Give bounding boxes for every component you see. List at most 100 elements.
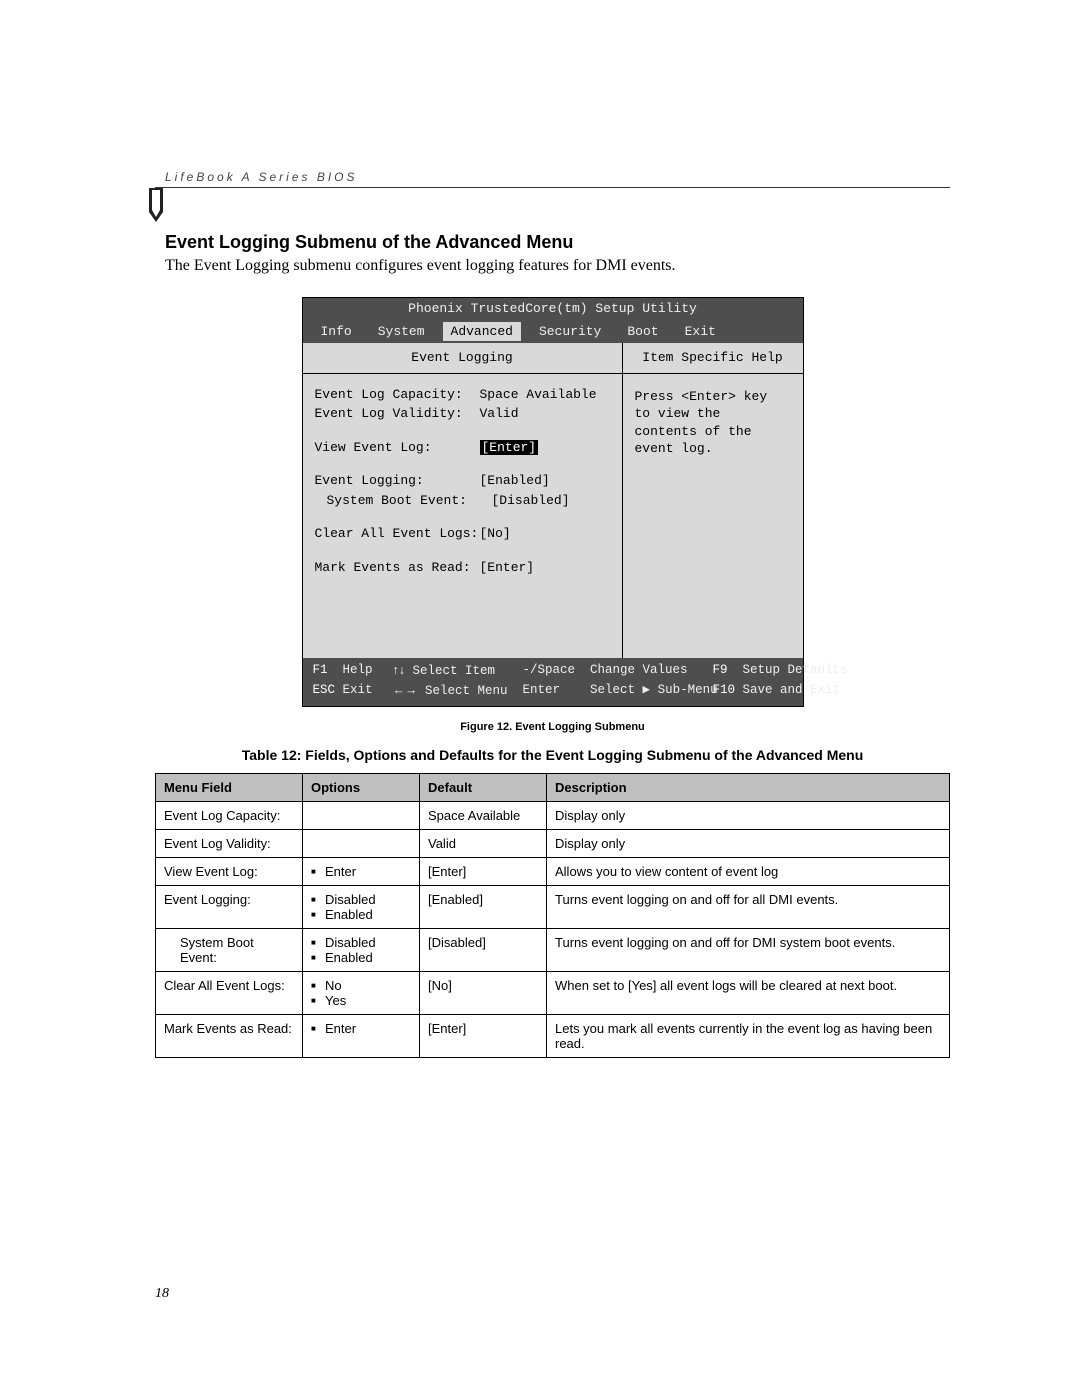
bios-setting-value: [Enter] xyxy=(480,559,535,577)
cell-default: Valid xyxy=(420,830,547,858)
bios-setting-label: System Boot Event: xyxy=(315,492,492,510)
cell-default: [No] xyxy=(420,972,547,1015)
footer-esc: Exit xyxy=(343,683,373,697)
bios-setting-label: Event Log Validity: xyxy=(315,405,480,423)
bios-setting-value: Valid xyxy=(480,405,519,423)
page-number: 18 xyxy=(155,1286,169,1302)
cell-menu-field: Event Logging: xyxy=(156,886,303,929)
cell-description: Lets you mark all events currently in th… xyxy=(547,1015,950,1058)
cell-default: Space Available xyxy=(420,802,547,830)
table-header-cell: Options xyxy=(303,774,420,802)
bios-tab-boot: Boot xyxy=(619,322,666,342)
cell-options xyxy=(303,802,420,830)
table-row: Event Logging:DisabledEnabled[Enabled]Tu… xyxy=(156,886,950,929)
bios-setting-row: Event Log Validity:Valid xyxy=(315,405,612,423)
bios-setting-label: Event Logging: xyxy=(315,472,480,490)
bios-tab-advanced: Advanced xyxy=(443,322,521,342)
footer-select-menu: Select Menu xyxy=(425,684,508,698)
cell-description: Display only xyxy=(547,830,950,858)
cell-menu-field: View Event Log: xyxy=(156,858,303,886)
header-rule xyxy=(155,187,950,188)
cell-default: [Enter] xyxy=(420,1015,547,1058)
spec-table: Menu FieldOptionsDefaultDescription Even… xyxy=(155,773,950,1058)
table-row: Event Log Capacity: Space AvailableDispla… xyxy=(156,802,950,830)
option-item: Disabled xyxy=(311,892,411,907)
cell-menu-field: System Boot Event: xyxy=(156,929,303,972)
footer-f10: Save and Exit xyxy=(743,683,841,697)
cell-menu-field: Event Log Capacity: xyxy=(156,802,303,830)
bios-setting-row: Event Logging:[Enabled] xyxy=(315,472,612,490)
bios-setting-value: [Disabled] xyxy=(492,492,570,510)
footer-select-item: Select Item xyxy=(413,664,496,678)
table-row: Mark Events as Read: Enter [Enter]Lets you… xyxy=(156,1015,950,1058)
bios-setting-row: Clear All Event Logs:[No] xyxy=(315,525,612,543)
bios-help-text: Press <Enter> key to view the contents o… xyxy=(623,374,803,472)
cell-description: When set to [Yes] all event logs will be… xyxy=(547,972,950,1015)
option-item: Disabled xyxy=(311,935,411,950)
footer-enter: Enter xyxy=(523,683,561,697)
bios-settings-list: Event Log Capacity:Space AvailableEvent … xyxy=(303,374,622,659)
bios-setting-value: [No] xyxy=(480,525,511,543)
table-row: System Boot Event:DisabledEnabled[Disabl… xyxy=(156,929,950,972)
cell-default: [Enabled] xyxy=(420,886,547,929)
section-intro: The Event Logging submenu configures eve… xyxy=(165,257,950,275)
table-row: View Event Log: Enter [Enter]Allows you to… xyxy=(156,858,950,886)
option-item: Enter xyxy=(311,1021,411,1036)
table-header-cell: Menu Field xyxy=(156,774,303,802)
cell-default: [Enter] xyxy=(420,858,547,886)
cell-description: Display only xyxy=(547,802,950,830)
bios-setting-value: Space Available xyxy=(480,386,597,404)
bios-tab-system: System xyxy=(370,322,433,342)
bios-setting-label: View Event Log: xyxy=(315,439,480,457)
bios-setting-value: [Enter] xyxy=(480,439,539,457)
cell-default: [Disabled] xyxy=(420,929,547,972)
table-header-cell: Description xyxy=(547,774,950,802)
footer-change-values: Change Values xyxy=(590,663,688,677)
bios-footer: F1 Help ↑↓ Select Item -/Space Change Va… xyxy=(303,658,803,706)
bios-screenshot: Phoenix TrustedCore(tm) Setup Utility In… xyxy=(302,297,804,707)
footer-help: Help xyxy=(343,663,373,677)
footer-f9: Setup Defaults xyxy=(743,663,848,677)
cell-options xyxy=(303,830,420,858)
bios-tab-info: Info xyxy=(313,322,360,342)
footer-minus-space: -/Space xyxy=(523,663,576,677)
cell-options: NoYes xyxy=(303,972,420,1015)
table-row: Clear All Event Logs:NoYes[No]When set t… xyxy=(156,972,950,1015)
section-title: Event Logging Submenu of the Advanced Me… xyxy=(165,232,950,253)
table-header-row: Menu FieldOptionsDefaultDescription xyxy=(156,774,950,802)
cell-menu-field: Clear All Event Logs: xyxy=(156,972,303,1015)
bios-tabs: Info System Advanced Security Boot Exit xyxy=(303,320,803,344)
cell-options: DisabledEnabled xyxy=(303,886,420,929)
option-item: No xyxy=(311,978,411,993)
table-title: Table 12: Fields, Options and Defaults f… xyxy=(165,747,940,763)
cell-description: Turns event logging on and off for DMI s… xyxy=(547,929,950,972)
bios-setting-row: Mark Events as Read:[Enter] xyxy=(315,559,612,577)
document-page: LifeBook A Series BIOS Event Logging Sub… xyxy=(0,0,1080,1397)
cell-menu-field: Mark Events as Read: xyxy=(156,1015,303,1058)
cell-menu-field: Event Log Validity: xyxy=(156,830,303,858)
option-item: Enabled xyxy=(311,950,411,965)
cell-options: Enter xyxy=(303,1015,420,1058)
figure-caption: Figure 12. Event Logging Submenu xyxy=(155,721,950,733)
bios-right-heading: Item Specific Help xyxy=(623,343,803,374)
cell-description: Turns event logging on and off for all D… xyxy=(547,886,950,929)
bios-setting-label: Event Log Capacity: xyxy=(315,386,480,404)
cell-options: DisabledEnabled xyxy=(303,929,420,972)
table-header-cell: Default xyxy=(420,774,547,802)
bios-setting-label: Clear All Event Logs: xyxy=(315,525,480,543)
bios-setting-row: System Boot Event:[Disabled] xyxy=(315,492,612,510)
bios-tab-security: Security xyxy=(531,322,609,342)
bios-setting-value: [Enabled] xyxy=(480,472,550,490)
bios-title: Phoenix TrustedCore(tm) Setup Utility xyxy=(303,298,803,320)
cell-options: Enter xyxy=(303,858,420,886)
bios-setting-row: View Event Log:[Enter] xyxy=(315,439,612,457)
table-row: Event Log Validity: ValidDisplay only xyxy=(156,830,950,858)
option-item: Enter xyxy=(311,864,411,879)
option-item: Yes xyxy=(311,993,411,1008)
bios-left-heading: Event Logging xyxy=(303,343,622,374)
bios-setting-label: Mark Events as Read: xyxy=(315,559,480,577)
bios-tab-exit: Exit xyxy=(677,322,724,342)
cell-description: Allows you to view content of event log xyxy=(547,858,950,886)
option-item: Enabled xyxy=(311,907,411,922)
header-marker-icon xyxy=(155,196,950,226)
